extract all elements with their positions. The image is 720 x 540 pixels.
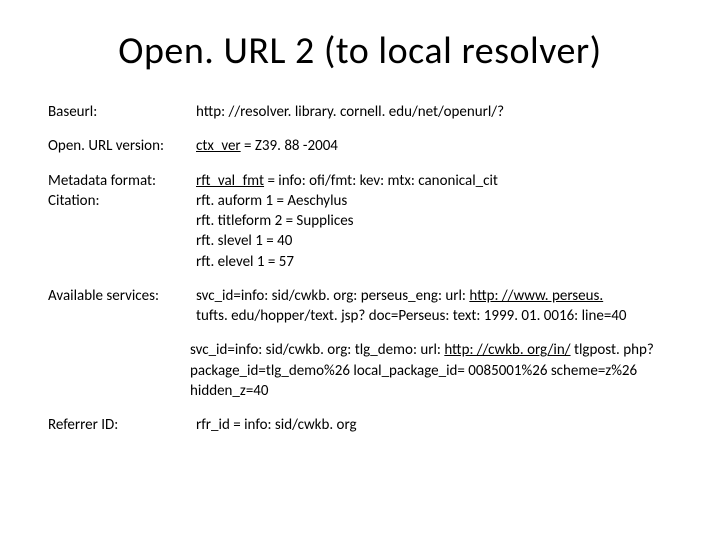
metadata-line-2: rft. auform 1 = Aeschylus xyxy=(196,191,672,211)
service1-url: http: //www. perseus. xyxy=(469,287,603,305)
service2-prefix: svc_id=info: sid/cwkb. org: tlg_demo: ur… xyxy=(190,341,444,359)
value-referrer: rfr_id = info: sid/cwkb. org xyxy=(196,415,672,435)
label-metadata: Metadata format: Citation: xyxy=(48,171,196,212)
value-version: ctx_ver = Z39. 88 -2004 xyxy=(196,136,672,156)
service1-prefix: svc_id=info: sid/cwkb. org: perseus_eng:… xyxy=(196,287,469,305)
label-version: Open. URL version: xyxy=(48,136,196,156)
row-baseurl: Baseurl: http: //resolver. library. corn… xyxy=(48,102,672,122)
label-metadata-1: Metadata format: xyxy=(48,172,156,190)
metadata-l1-key: rft_val_fmt xyxy=(196,172,264,190)
row-metadata: Metadata format: Citation: rft_val_fmt =… xyxy=(48,171,672,272)
row-services: Available services: svc_id=info: sid/cwk… xyxy=(48,286,672,327)
label-metadata-2: Citation: xyxy=(48,192,100,210)
metadata-line-5: rft. elevel 1 = 57 xyxy=(196,252,672,272)
service2-line1: svc_id=info: sid/cwkb. org: tlg_demo: ur… xyxy=(190,341,571,359)
value-metadata: rft_val_fmt = info: ofi/fmt: kev: mtx: c… xyxy=(196,171,672,272)
service1-line1: svc_id=info: sid/cwkb. org: perseus_eng:… xyxy=(196,286,672,306)
value-services-1: svc_id=info: sid/cwkb. org: perseus_eng:… xyxy=(196,286,672,327)
label-services: Available services: xyxy=(48,286,196,306)
value-version-key: ctx_ver xyxy=(196,137,241,155)
service1-line2: tufts. edu/hopper/text. jsp? doc=Perseus… xyxy=(196,306,672,326)
value-version-rest: = Z39. 88 -2004 xyxy=(241,137,338,155)
metadata-l1-rest: = info: ofi/fmt: kev: mtx: canonical_cit xyxy=(264,172,498,190)
value-services-2: svc_id=info: sid/cwkb. org: tlg_demo: ur… xyxy=(190,340,672,401)
row-version: Open. URL version: ctx_ver = Z39. 88 -20… xyxy=(48,136,672,156)
value-baseurl: http: //resolver. library. cornell. edu/… xyxy=(196,102,672,122)
slide: Open. URL 2 (to local resolver) Baseurl:… xyxy=(0,0,720,540)
label-referrer: Referrer ID: xyxy=(48,415,196,435)
metadata-line-4: rft. slevel 1 = 40 xyxy=(196,231,672,251)
metadata-line-1: rft_val_fmt = info: ofi/fmt: kev: mtx: c… xyxy=(196,171,672,191)
service2-url: http: //cwkb. org/in/ xyxy=(444,341,570,359)
metadata-line-3: rft. titleform 2 = Supplices xyxy=(196,211,672,231)
label-baseurl: Baseurl: xyxy=(48,102,196,122)
slide-title: Open. URL 2 (to local resolver) xyxy=(48,28,672,74)
row-referrer: Referrer ID: rfr_id = info: sid/cwkb. or… xyxy=(48,415,672,435)
